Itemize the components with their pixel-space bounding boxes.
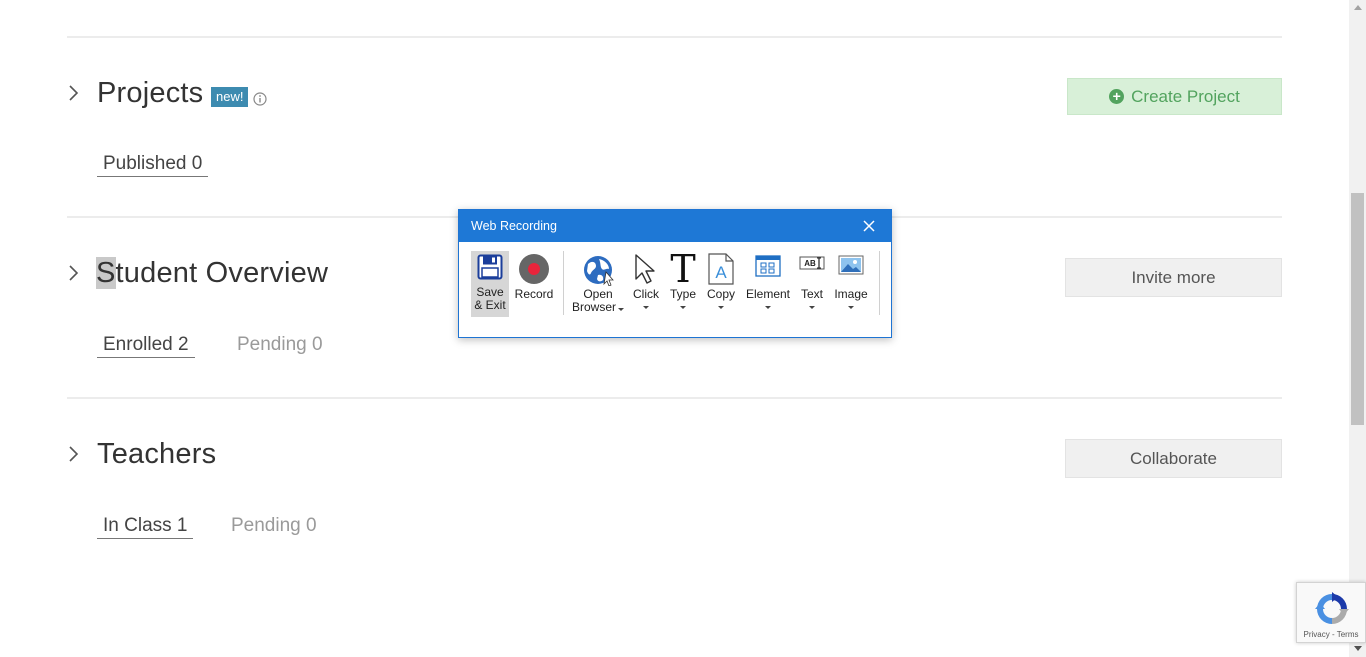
- dropdown-caret-icon: [618, 308, 624, 311]
- tab-enrolled[interactable]: Enrolled 2: [97, 334, 195, 358]
- record-button[interactable]: Record: [513, 251, 555, 317]
- plus-circle-icon: +: [1109, 89, 1125, 104]
- save-exit-button[interactable]: Save & Exit: [471, 251, 509, 317]
- image-button[interactable]: Image: [831, 251, 871, 317]
- svg-text:A: A: [715, 263, 727, 282]
- dropdown-caret-icon: [643, 306, 649, 309]
- record-icon: [519, 254, 549, 284]
- dialog-titlebar[interactable]: Web Recording: [459, 210, 891, 242]
- copy-icon: A: [708, 253, 734, 285]
- recaptcha-links[interactable]: Privacy - Terms: [1297, 630, 1365, 639]
- scrollbar-thumb[interactable]: [1351, 193, 1364, 425]
- web-recording-dialog: Web Recording Save & Exit Record Open Br…: [458, 209, 892, 338]
- save-icon: [477, 254, 503, 280]
- dropdown-caret-icon: [848, 306, 854, 309]
- dropdown-caret-icon: [765, 306, 771, 309]
- click-button[interactable]: Click: [629, 251, 663, 317]
- globe-icon: [584, 256, 614, 286]
- scroll-down-arrow-icon[interactable]: [1354, 646, 1362, 651]
- expand-projects-chevron-icon[interactable]: [64, 83, 84, 103]
- title-rest: tudent Overview: [115, 257, 329, 289]
- save-exit-label-2: & Exit: [474, 298, 506, 312]
- divider: [67, 397, 1282, 399]
- toolbar-separator: [879, 251, 880, 315]
- create-project-button[interactable]: + Create Project: [1067, 78, 1282, 115]
- type-icon: T: [670, 251, 695, 285]
- recaptcha-logo-icon: [1315, 592, 1349, 624]
- text-button[interactable]: AB Text: [797, 251, 827, 317]
- text-label: Text: [800, 287, 823, 301]
- element-button[interactable]: Element: [743, 251, 793, 317]
- invite-more-button[interactable]: Invite more: [1065, 258, 1282, 297]
- element-label: Element: [745, 287, 791, 301]
- copy-label: Copy: [706, 287, 735, 301]
- dialog-title: Web Recording: [471, 219, 557, 233]
- toolbar-separator: [563, 251, 564, 315]
- expand-teachers-chevron-icon[interactable]: [64, 444, 84, 464]
- click-label: Click: [633, 287, 659, 301]
- new-badge: new!: [211, 87, 249, 107]
- image-icon: [838, 255, 864, 275]
- svg-text:AB: AB: [804, 259, 816, 268]
- projects-title: Projects: [97, 77, 204, 109]
- image-label: Image: [834, 287, 868, 301]
- dropdown-caret-icon: [718, 306, 724, 309]
- create-project-label: Create Project: [1131, 87, 1240, 106]
- scroll-up-arrow-icon[interactable]: [1354, 5, 1362, 10]
- page-scrollbar[interactable]: [1349, 0, 1366, 657]
- recaptcha-badge[interactable]: Privacy - Terms: [1296, 582, 1366, 643]
- svg-text:T: T: [670, 251, 695, 285]
- dropdown-caret-icon: [680, 306, 686, 309]
- cursor-icon: [635, 254, 655, 284]
- tab-published[interactable]: Published 0: [97, 153, 209, 177]
- tab-in-class[interactable]: In Class 1: [97, 515, 194, 539]
- record-label: Record: [514, 287, 554, 301]
- close-icon[interactable]: [859, 216, 879, 236]
- copy-button[interactable]: A Copy: [703, 251, 739, 317]
- open-browser-button[interactable]: Open Browser: [571, 251, 625, 317]
- divider: [67, 36, 1282, 38]
- type-label: Type: [669, 287, 696, 301]
- type-button[interactable]: T Type: [667, 251, 699, 317]
- info-icon[interactable]: [253, 92, 267, 106]
- element-icon: [755, 255, 781, 277]
- text-icon: AB: [799, 256, 825, 270]
- title-highlight: S: [96, 257, 116, 289]
- open-browser-label-2: Browser: [571, 300, 616, 314]
- dropdown-caret-icon: [809, 306, 815, 309]
- student-overview-title: Student Overview: [96, 257, 328, 290]
- collaborate-button[interactable]: Collaborate: [1065, 439, 1282, 478]
- tab-pending-teachers[interactable]: Pending 0: [231, 515, 317, 537]
- expand-students-chevron-icon[interactable]: [64, 263, 84, 283]
- teachers-title: Teachers: [97, 438, 217, 470]
- tab-pending-students[interactable]: Pending 0: [237, 334, 323, 356]
